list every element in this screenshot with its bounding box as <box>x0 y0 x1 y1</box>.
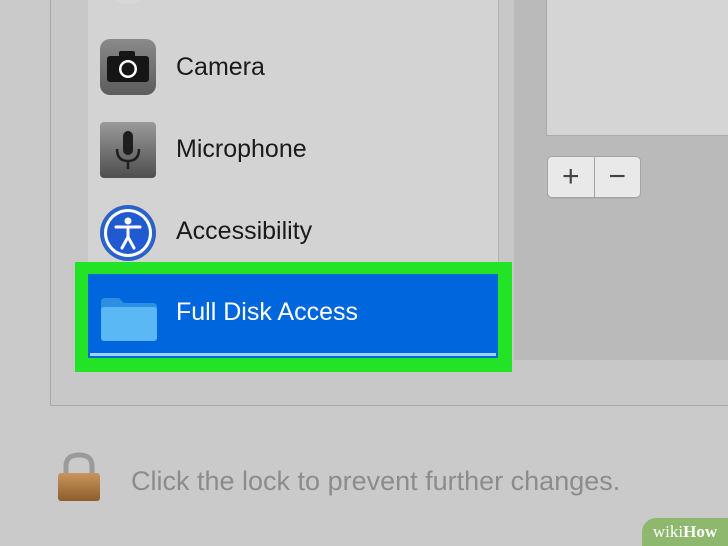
folder-icon <box>99 294 157 352</box>
remove-button[interactable]: − <box>593 157 641 197</box>
list-item-full-disk-access[interactable]: Full Disk Access <box>88 274 498 358</box>
accessibility-icon <box>99 204 157 262</box>
add-remove-control: + − <box>547 156 641 198</box>
list-item-label: Camera <box>176 52 265 81</box>
photos-icon <box>99 0 157 28</box>
list-item-label: Full Disk Access <box>176 298 358 326</box>
selection-underline <box>90 353 496 356</box>
list-item-camera[interactable]: Camera <box>88 26 498 108</box>
list-item-microphone[interactable]: Microphone <box>88 108 498 190</box>
lock-icon[interactable] <box>56 452 102 502</box>
watermark-suffix: How <box>683 522 718 541</box>
watermark-prefix: wiki <box>652 522 684 541</box>
camera-icon <box>99 38 157 96</box>
list-item-accessibility[interactable]: Accessibility <box>88 190 498 272</box>
list-item-label: Accessibility <box>176 216 313 245</box>
wikihow-watermark: wikiHow <box>642 518 728 546</box>
lock-status-text: Click the lock to prevent further change… <box>131 466 621 496</box>
add-button[interactable]: + <box>548 157 594 197</box>
app-list-box[interactable] <box>546 0 728 136</box>
list-item-label: Microphone <box>176 134 307 163</box>
microphone-icon <box>99 121 157 179</box>
